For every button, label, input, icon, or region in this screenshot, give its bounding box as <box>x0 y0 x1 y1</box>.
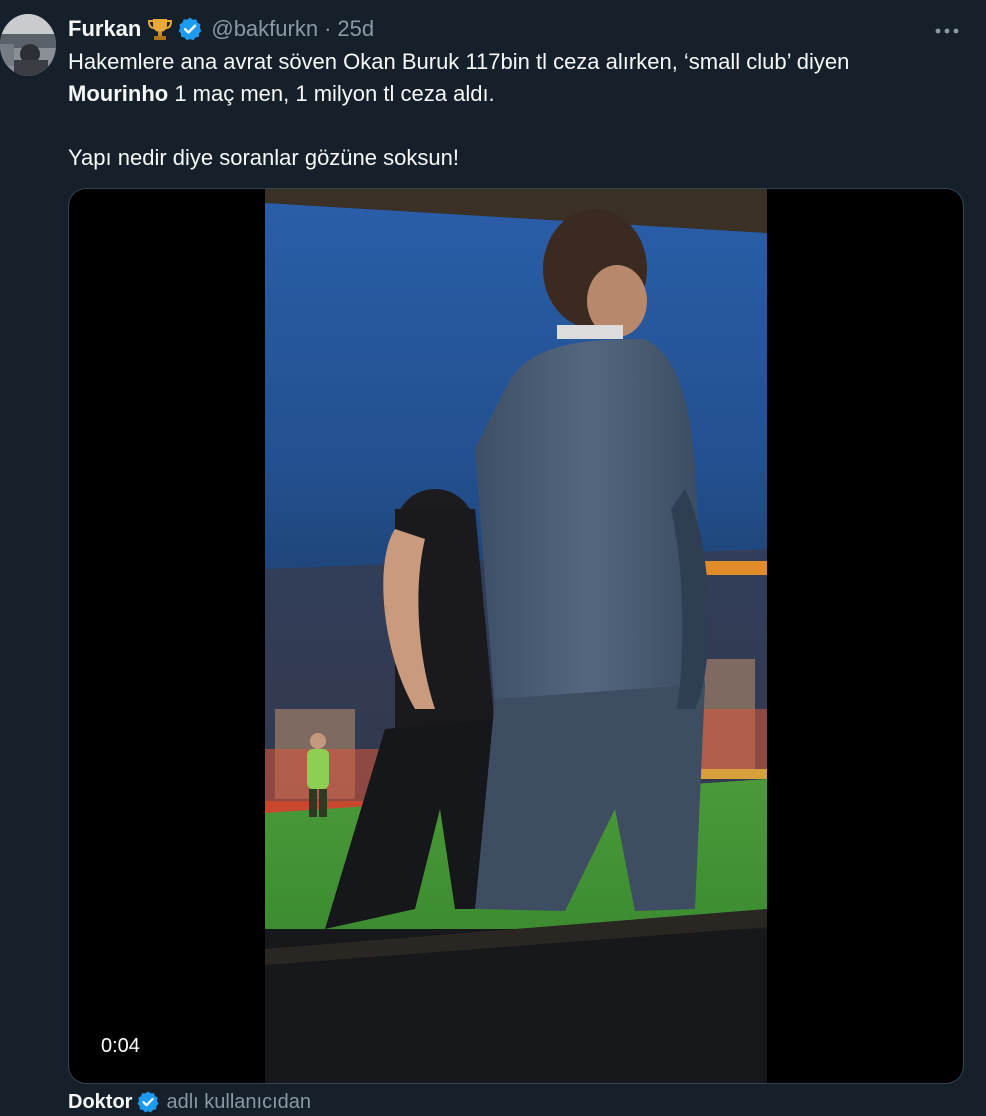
tweet-text-line-2: Mourinho 1 maç men, 1 milyon tl ceza ald… <box>68 78 958 110</box>
tweet-header: Furkan @bakfurkn · 25d <box>68 14 374 44</box>
attribution-suffix: adlı kullanıcıdan <box>166 1090 311 1113</box>
video-frame <box>265 189 767 1083</box>
media-attribution: Doktor adlı kullanıcıdan <box>68 1088 311 1116</box>
video-timestamp: 0:04 <box>101 1035 140 1057</box>
trophy-icon <box>148 19 173 40</box>
more-icon <box>935 28 959 34</box>
avatar-image <box>0 14 56 76</box>
tweet-text: Hakemlere ana avrat söven Okan Buruk 117… <box>68 46 958 174</box>
attribution-name[interactable]: Doktor <box>68 1091 132 1114</box>
tweet-time[interactable]: 25d <box>337 16 374 42</box>
separator-dot: · <box>324 16 332 41</box>
tweet-text-line-2-rest: 1 maç men, 1 milyon tl ceza aldı. <box>168 81 495 106</box>
verified-icon <box>178 17 202 41</box>
tweet-text-line-1: Hakemlere ana avrat söven Okan Buruk 117… <box>68 49 850 74</box>
tweet-text-line-3: Yapı nedir diye soranlar gözüne soksun! <box>68 145 459 170</box>
tweet: Furkan @bakfurkn · 25d Hakemlere ana avr… <box>0 0 986 1116</box>
tweet-text-bold-name: Mourinho <box>68 81 169 106</box>
author-handle[interactable]: @bakfurkn <box>211 16 318 42</box>
video-player[interactable]: 0:04 <box>68 188 964 1084</box>
verified-icon <box>137 1091 159 1113</box>
author-display-name[interactable]: Furkan <box>68 16 141 42</box>
avatar[interactable] <box>0 14 56 76</box>
more-options-button[interactable] <box>934 18 960 44</box>
